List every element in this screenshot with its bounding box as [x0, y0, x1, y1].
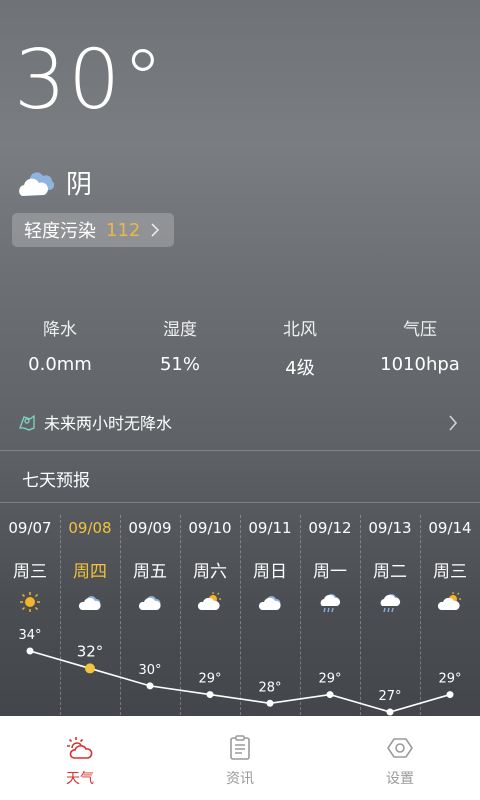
aqi-label: 轻度污染 — [24, 221, 96, 242]
temperature-label: 28° — [258, 680, 281, 695]
chevron-right-icon — [449, 415, 458, 431]
metric-label: 降水 — [43, 320, 77, 340]
air-quality-button[interactable]: 轻度污染 112 — [12, 213, 175, 247]
weather-metrics: 降水 0.0mm 湿度 51% 北风 4级 气压 1010hpa — [0, 315, 480, 380]
metric-value: 4级 — [285, 358, 315, 379]
map-pin-icon — [19, 414, 35, 431]
temperature-point — [326, 691, 334, 699]
condition-text: 阴 — [66, 170, 93, 200]
current-condition: 阴 — [16, 164, 92, 201]
settings-icon — [387, 738, 413, 758]
cloudy-icon — [19, 171, 55, 196]
rain-notice: 未来两小时无降水 — [44, 414, 173, 433]
temperature-point — [386, 708, 394, 716]
temperature-label: 29° — [318, 672, 341, 687]
metric-humidity: 湿度 51% — [120, 315, 240, 380]
metric-label: 湿度 — [163, 320, 197, 340]
aqi-value: 112 — [106, 219, 141, 241]
tab-news[interactable]: 资讯 — [160, 716, 320, 800]
temperature-point — [146, 682, 154, 690]
news-icon — [230, 735, 250, 760]
metric-value: 0.0mm — [28, 354, 92, 375]
temperature-point — [446, 691, 454, 699]
metric-pressure: 气压 1010hpa — [360, 315, 480, 380]
temperature-point — [206, 691, 214, 699]
rain-forecast-link[interactable]: 未来两小时无降水 — [0, 404, 480, 440]
metric-value: 1010hpa — [380, 354, 460, 375]
tab-label: 天气 — [66, 771, 94, 787]
tab-label: 资讯 — [226, 771, 254, 787]
forecast-title: 七天预报 — [22, 471, 90, 491]
divider — [0, 450, 480, 451]
temperature-label: 29° — [198, 672, 221, 687]
weather-app: 30° 阴 轻度污染 112 降水 0.0mm 湿度 51% 北风 4级 气压 … — [0, 0, 480, 800]
seven-day-forecast: 09/07 周三 09/08 周四 09/09 周五 09/10 周六 09/11 周日 09/12… — [0, 503, 480, 716]
temperature-label: 27° — [378, 689, 401, 704]
tab-weather[interactable]: 天气 — [0, 716, 160, 800]
weather-icon — [67, 737, 93, 759]
bottom-tab-bar: 天气 资讯 设置 — [0, 716, 480, 800]
temperature-point — [85, 663, 95, 674]
metric-label: 北风 — [283, 320, 317, 340]
chevron-right-icon — [151, 223, 160, 237]
temperature-label: 32° — [77, 642, 104, 660]
metric-label: 气压 — [403, 320, 437, 340]
metric-precipitation: 降水 0.0mm — [0, 315, 120, 380]
metric-value: 51% — [159, 354, 200, 375]
temperature-label: 29° — [438, 672, 461, 687]
tab-settings[interactable]: 设置 — [320, 716, 480, 800]
metric-wind: 北风 4级 — [240, 315, 360, 380]
temperature-trend-chart: 34° 32° 30° 29° 28° 29° 27° 29° — [18, 628, 462, 716]
temperature-label: 30° — [138, 663, 161, 678]
current-temperature: 30° — [14, 33, 166, 128]
temperature-point — [26, 647, 34, 655]
temperature-label: 34° — [18, 628, 41, 643]
temperature-point — [266, 699, 274, 707]
tab-label: 设置 — [386, 771, 414, 787]
